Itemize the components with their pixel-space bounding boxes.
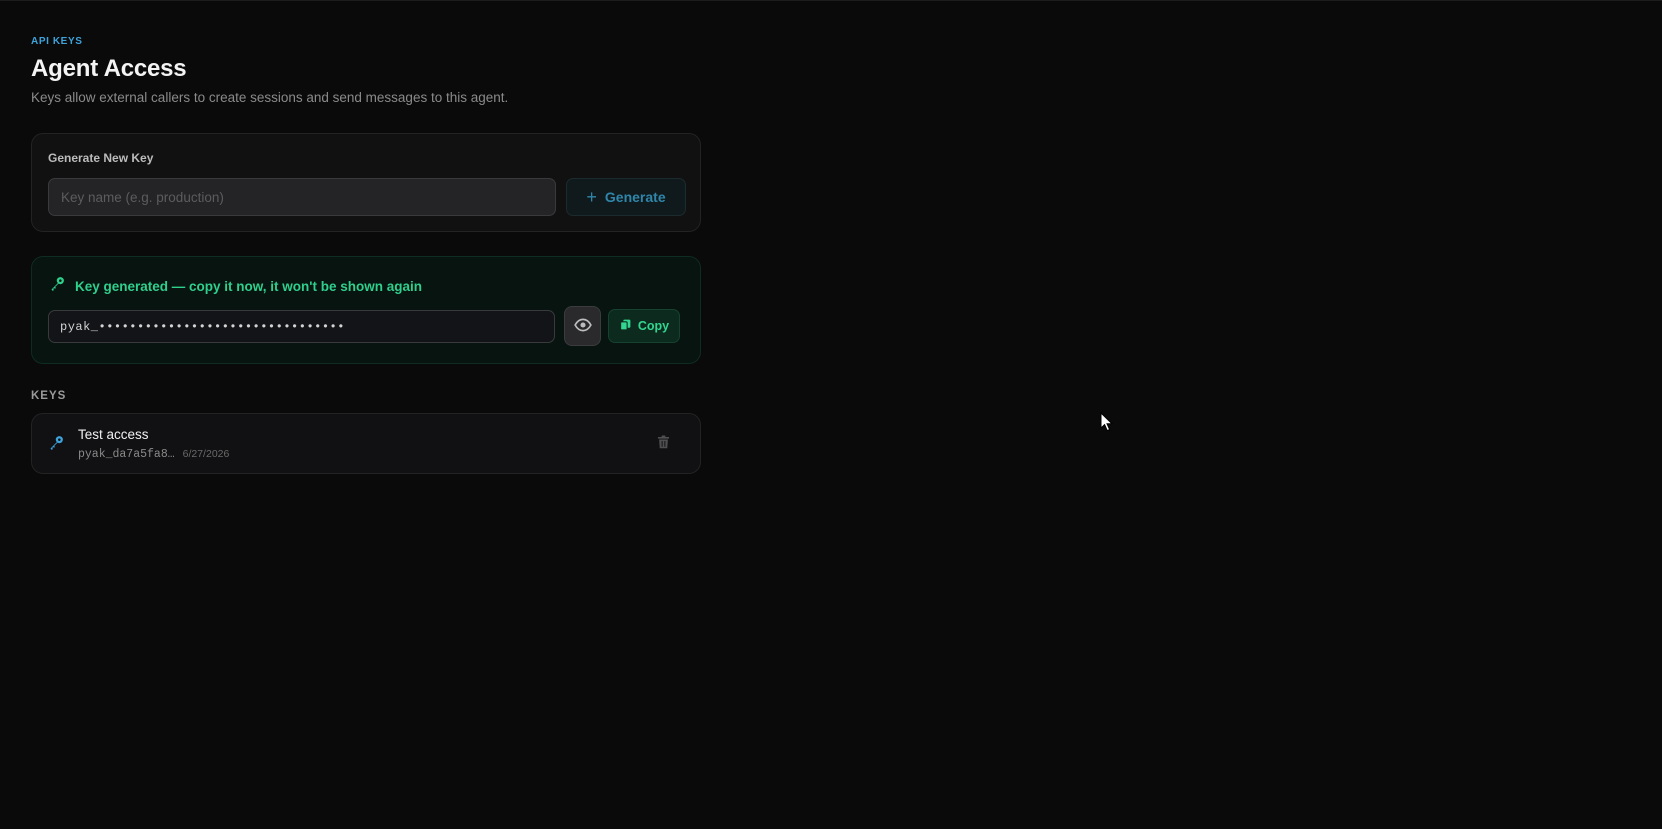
generated-key-field[interactable]: pyak_•••••••••••••••••••••••••••••••• — [48, 310, 555, 343]
section-eyebrow: API KEYS — [31, 36, 83, 47]
generated-key-card: Key generated — copy it now, it won't be… — [31, 256, 701, 364]
copy-button-label: Copy — [637, 319, 670, 333]
page-title: Agent Access — [31, 55, 187, 82]
copy-icon — [619, 318, 632, 334]
key-icon — [48, 434, 65, 456]
plus-icon: + — [586, 187, 597, 207]
top-divider — [0, 0, 1662, 1]
key-created-date: 6/27/2026 — [182, 448, 230, 460]
copy-key-button[interactable]: Copy — [608, 309, 680, 343]
keys-list: Test access pyak_da7a5fa8… 6/27/2026 — [31, 413, 701, 474]
generate-button[interactable]: + Generate — [566, 178, 686, 216]
key-icon — [49, 275, 66, 297]
key-name: Test access — [78, 427, 149, 442]
generate-key-card: Generate New Key + Generate — [31, 133, 701, 232]
mouse-cursor-icon — [1100, 411, 1114, 437]
trash-icon — [656, 434, 671, 455]
reveal-key-button[interactable] — [564, 306, 601, 346]
key-meta: pyak_da7a5fa8… 6/27/2026 — [78, 448, 229, 461]
keys-section-label: KEYS — [31, 390, 67, 402]
generate-key-label: Generate New Key — [48, 151, 154, 165]
page-subtitle: Keys allow external callers to create se… — [31, 90, 509, 105]
generated-key-notice: Key generated — copy it now, it won't be… — [49, 275, 422, 297]
delete-key-button[interactable] — [652, 433, 674, 455]
key-name-input[interactable] — [48, 178, 556, 216]
agent-access-page: API KEYS Agent Access Keys allow externa… — [31, 34, 703, 474]
eye-icon — [573, 316, 592, 337]
generate-button-label: Generate — [604, 189, 666, 205]
key-prefix: pyak_da7a5fa8… — [78, 448, 175, 461]
generated-key-message: Key generated — copy it now, it won't be… — [75, 278, 422, 294]
